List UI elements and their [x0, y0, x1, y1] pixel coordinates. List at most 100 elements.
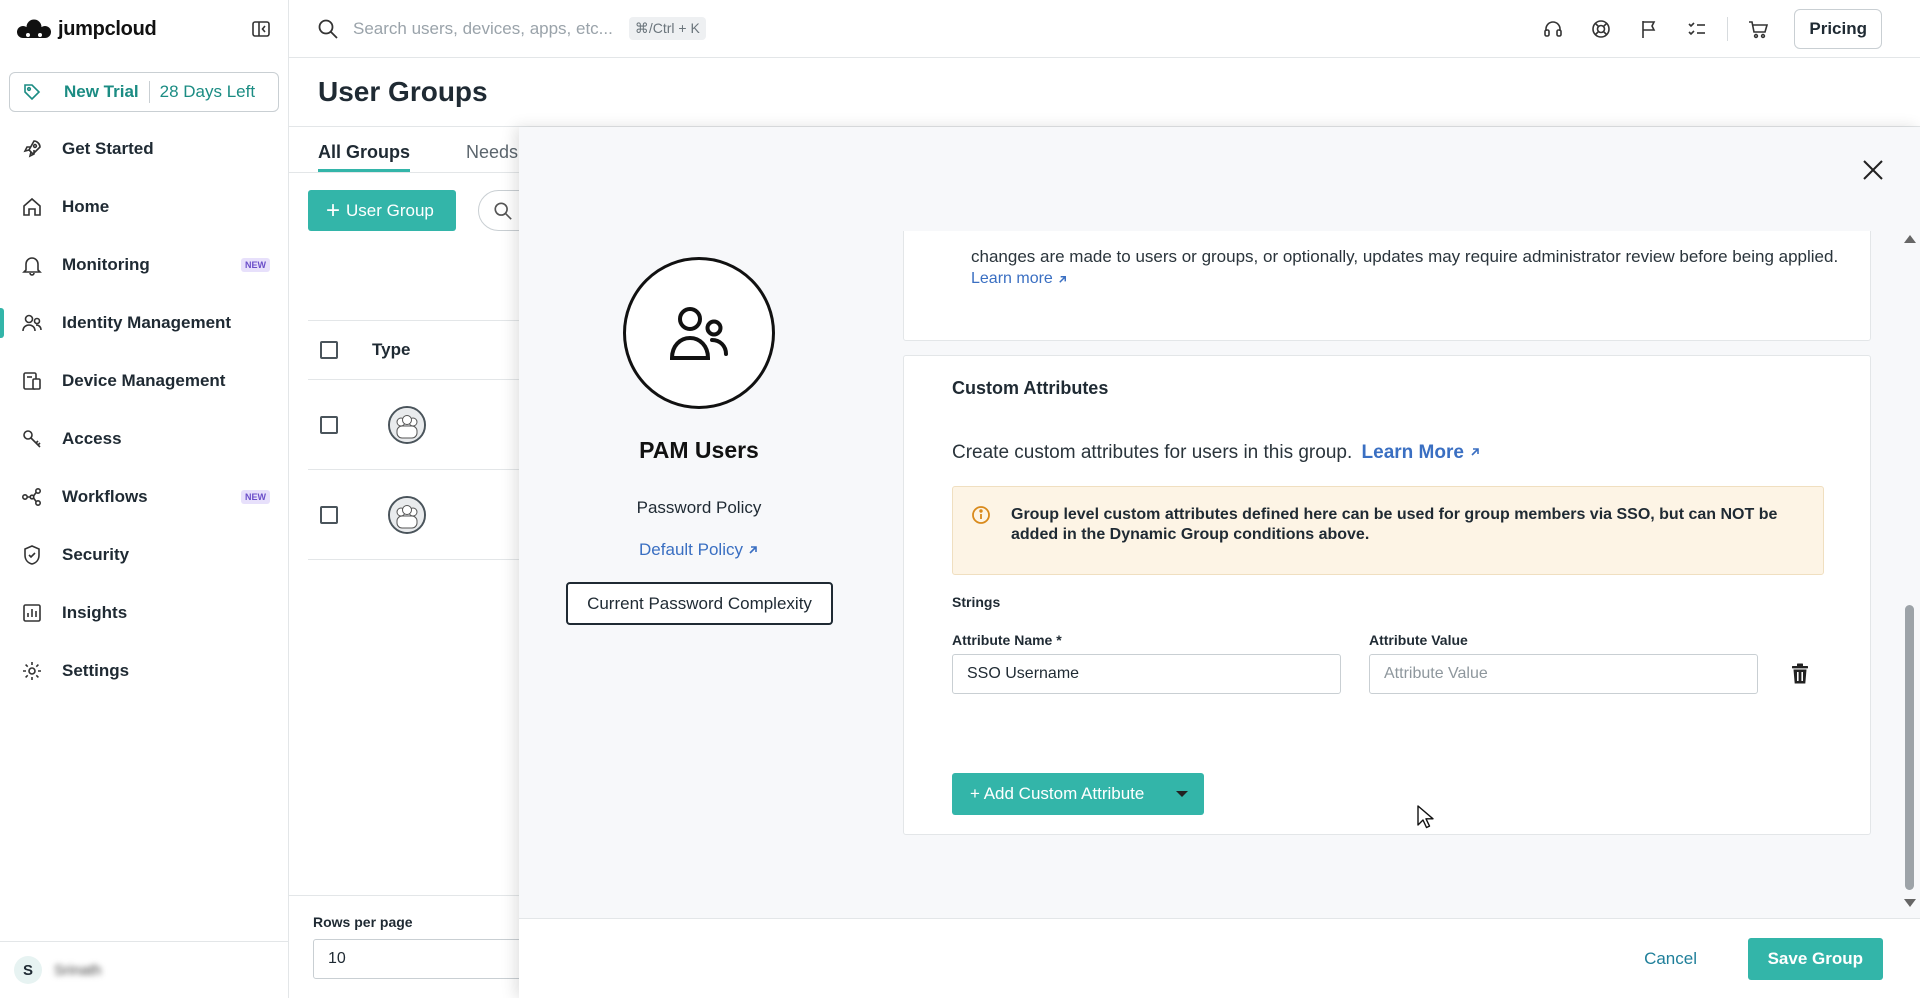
save-group-button[interactable]: Save Group — [1747, 938, 1883, 980]
attribute-name-input[interactable]: SSO Username — [952, 654, 1341, 694]
brand-name: jumpcloud — [58, 17, 157, 40]
sidebar-item-monitoring[interactable]: Monitoring NEW — [0, 236, 288, 294]
sidebar-nav: Get Started Home Monitoring NEW Identity… — [0, 120, 288, 700]
attribute-name-label: Attribute Name * — [952, 632, 1062, 648]
tab-needs[interactable]: Needs — [466, 142, 518, 172]
default-policy-link[interactable]: Default Policy — [639, 540, 759, 560]
sidebar-item-label: Identity Management — [62, 313, 232, 332]
add-user-group-label: User Group — [346, 200, 434, 220]
custom-attributes-description: Create custom attributes for users in th… — [952, 442, 1481, 464]
close-drawer-button[interactable] — [1858, 155, 1888, 185]
current-password-complexity-button[interactable]: Current Password Complexity — [566, 582, 833, 625]
bell-icon — [20, 253, 44, 277]
sidebar-item-label: Settings — [62, 661, 130, 680]
row-checkbox[interactable] — [320, 415, 338, 434]
sidebar-item-label: Monitoring — [62, 255, 150, 274]
user-menu[interactable]: S Srinath — [0, 941, 288, 998]
collapse-sidebar-button[interactable] — [248, 16, 274, 42]
edit-group-drawer: PAM Users Password Policy Default Policy… — [519, 127, 1920, 998]
user-group-icon — [388, 495, 426, 534]
password-policy-label: Password Policy — [636, 498, 762, 517]
learn-more-link[interactable]: Learn more — [971, 270, 1068, 288]
sidebar-item-label: Home — [62, 197, 110, 216]
sidebar-item-label: Security — [62, 545, 130, 564]
gear-icon — [20, 659, 44, 683]
scroll-up-arrow-icon[interactable] — [1904, 235, 1916, 243]
tab-all-groups[interactable]: All Groups — [318, 142, 411, 172]
external-link-icon — [749, 546, 757, 554]
sidebar-item-get-started[interactable]: Get Started — [0, 120, 288, 178]
group-profile: PAM Users Password Policy Default Policy… — [566, 257, 833, 625]
sidebar-item-home[interactable]: Home — [0, 178, 288, 236]
cancel-button[interactable]: Cancel — [1644, 942, 1697, 976]
external-link-icon — [1059, 275, 1066, 283]
cart-icon[interactable] — [1746, 17, 1770, 41]
delete-attribute-button[interactable] — [1788, 662, 1812, 686]
devices-icon — [20, 369, 44, 393]
checklist-icon[interactable] — [1685, 17, 1709, 41]
trial-days-left: 28 Days Left — [159, 82, 256, 101]
custom-attributes-warning: Group level custom attributes defined he… — [952, 486, 1824, 575]
scroll-down-arrow-icon[interactable] — [1904, 899, 1916, 907]
select-all-checkbox[interactable] — [320, 341, 338, 359]
dynamic-group-text: changes are made to users or groups, or … — [971, 247, 1839, 266]
topbar: Search users, devices, apps, etc... ⌘/Ct… — [289, 0, 1920, 58]
sidebar-item-access[interactable]: Access — [0, 410, 288, 468]
topbar-divider — [1727, 17, 1729, 41]
drawer-footer: Cancel Save Group — [519, 918, 1920, 998]
topbar-actions: Pricing — [1529, 0, 1882, 58]
help-lifebuoy-icon[interactable] — [1589, 17, 1613, 41]
drawer-scrollbar[interactable] — [1902, 235, 1916, 907]
plus-icon: + — [326, 196, 341, 224]
trial-banner[interactable]: New Trial 28 Days Left — [9, 72, 279, 112]
sidebar-item-settings[interactable]: Settings — [0, 642, 288, 700]
sidebar-item-workflows[interactable]: Workflows NEW — [0, 468, 288, 526]
global-search-input[interactable]: Search users, devices, apps, etc... — [353, 19, 613, 39]
tag-icon — [22, 82, 42, 102]
user-group-icon — [388, 405, 426, 444]
sidebar-item-label: Get Started — [62, 139, 154, 158]
mouse-cursor-icon — [1417, 805, 1434, 829]
type-column-header[interactable]: Type — [372, 340, 410, 360]
jumpcloud-logo[interactable]: jumpcloud — [14, 17, 157, 41]
sidebar-item-label: Device Management — [62, 371, 226, 390]
attribute-value-input[interactable]: Attribute Value — [1369, 654, 1758, 694]
group-name: PAM Users — [639, 437, 759, 463]
attribute-value-label: Attribute Value — [1369, 632, 1468, 648]
sidebar-item-insights[interactable]: Insights — [0, 584, 288, 642]
warning-text: Group level custom attributes defined he… — [1011, 506, 1778, 544]
search-icon — [494, 201, 512, 220]
add-user-group-button[interactable]: + User Group — [308, 190, 456, 231]
add-custom-attribute-button[interactable]: + Add Custom Attribute — [952, 773, 1205, 815]
sidebar-item-identity-management[interactable]: Identity Management — [0, 294, 288, 352]
sidebar-item-device-management[interactable]: Device Management — [0, 352, 288, 410]
avatar: S — [14, 956, 42, 984]
logo-row: jumpcloud — [0, 0, 288, 58]
shield-icon — [20, 543, 44, 567]
sidebar-collapse-icon — [252, 21, 270, 37]
sidebar-item-security[interactable]: Security — [0, 526, 288, 584]
new-badge: NEW — [241, 490, 270, 504]
pricing-button[interactable]: Pricing — [1794, 9, 1882, 49]
custom-attributes-learn-more-link[interactable]: Learn More — [1362, 442, 1482, 463]
custom-attributes-card: Custom Attributes Create custom attribut… — [903, 355, 1871, 835]
row-checkbox[interactable] — [320, 505, 338, 524]
headset-icon[interactable] — [1541, 17, 1565, 41]
dropdown-caret-icon[interactable] — [1170, 790, 1194, 799]
add-custom-attribute-label: + Add Custom Attribute — [970, 784, 1145, 803]
new-badge: NEW — [241, 258, 270, 272]
external-link-icon — [1471, 448, 1480, 456]
workflow-icon — [20, 485, 44, 509]
dynamic-group-card: changes are made to users or groups, or … — [903, 231, 1871, 341]
sidebar-item-label: Access — [62, 429, 122, 448]
sidebar-item-label: Insights — [62, 603, 128, 622]
custom-attributes-title: Custom Attributes — [952, 378, 1109, 398]
home-icon — [20, 195, 44, 219]
sidebar-item-label: Workflows — [62, 487, 148, 506]
search-icon — [317, 18, 339, 40]
flag-icon[interactable] — [1637, 17, 1661, 41]
group-avatar — [623, 257, 775, 409]
drawer-content-scroll: changes are made to users or groups, or … — [903, 231, 1891, 909]
scrollbar-thumb[interactable] — [1905, 605, 1914, 890]
chart-icon — [20, 601, 44, 625]
